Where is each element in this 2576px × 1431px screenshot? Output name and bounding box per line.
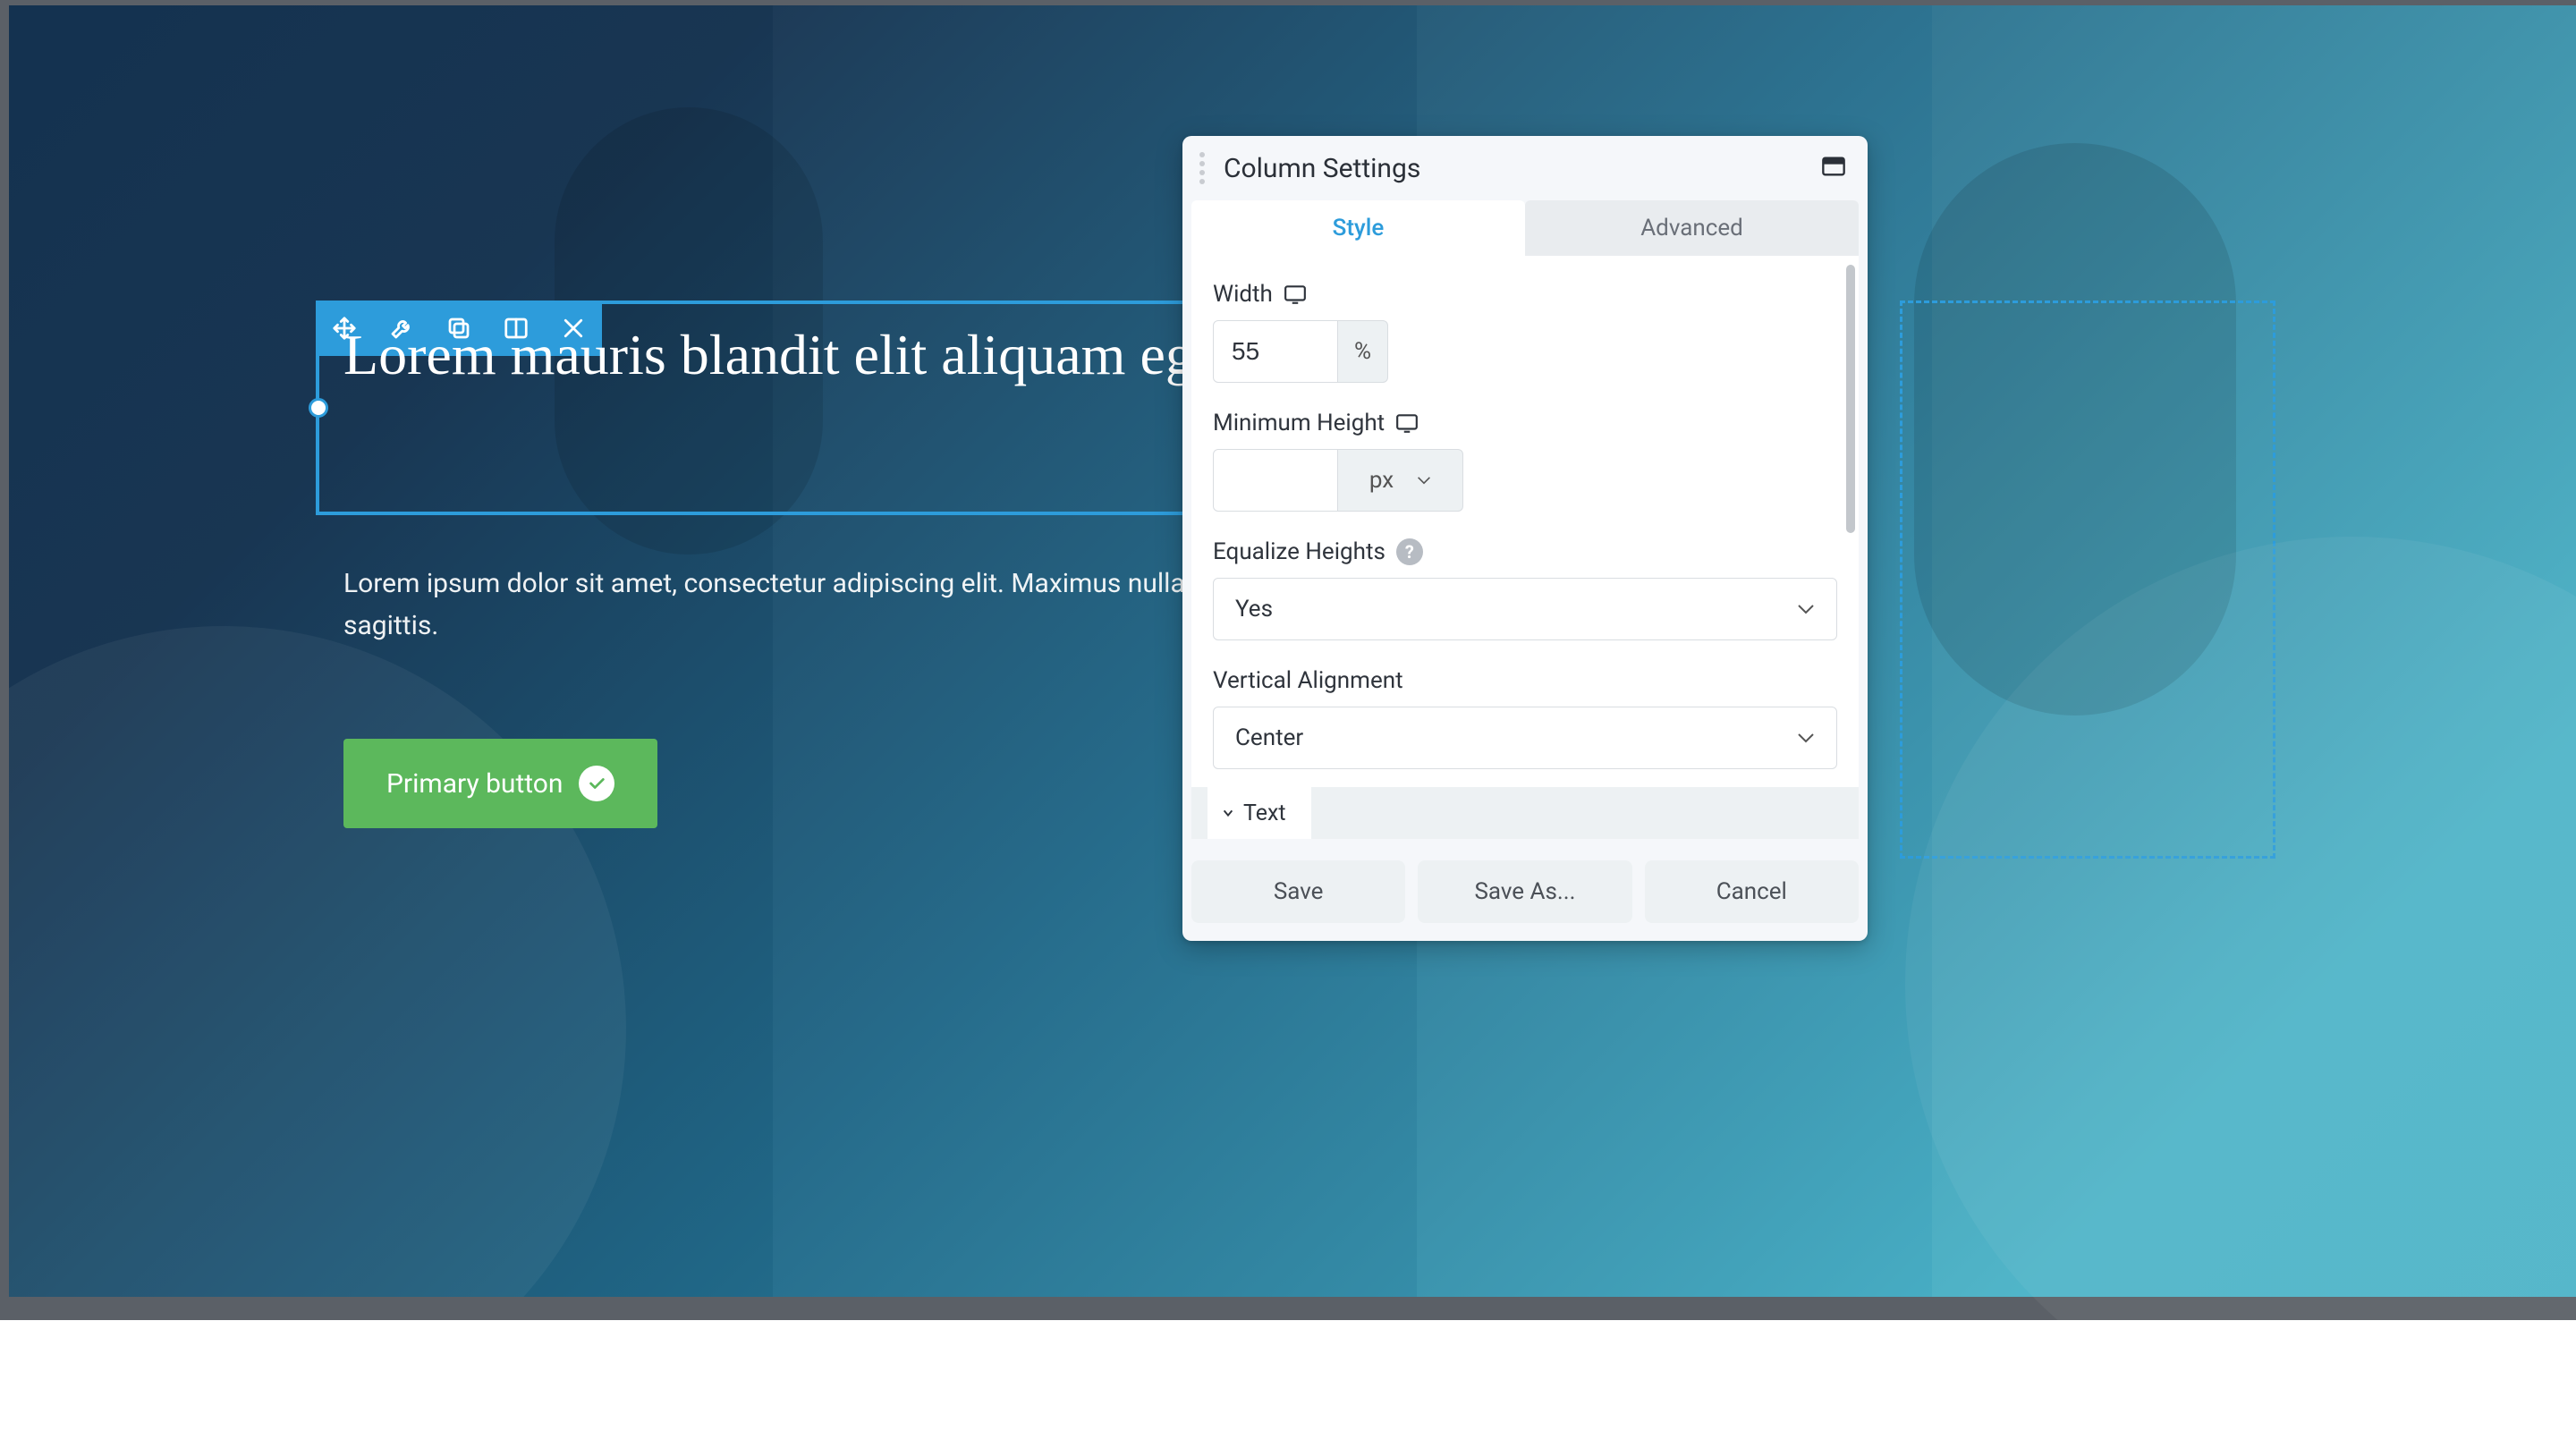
frame-edge (0, 0, 9, 1320)
panel-header[interactable]: Column Settings (1182, 136, 1868, 200)
min-height-unit-text: px (1369, 467, 1394, 494)
min-height-label-text: Minimum Height (1213, 410, 1385, 436)
width-row: % (1213, 320, 1837, 383)
panel-tabs: Style Advanced (1191, 200, 1859, 256)
resize-handle[interactable] (309, 398, 328, 418)
frame-edge (0, 0, 2576, 5)
min-height-label: Minimum Height (1213, 410, 1837, 436)
page-canvas: Lorem mauris blandit elit aliquam eget t… (0, 0, 2576, 1320)
width-label-text: Width (1213, 281, 1273, 308)
responsive-icon[interactable] (1284, 284, 1307, 304)
vertical-alignment-select[interactable]: Center (1213, 707, 1837, 769)
vertical-alignment-value: Center (1235, 724, 1303, 751)
column-settings-panel: Column Settings Style Advanced Width % M… (1182, 136, 1868, 941)
equalize-heights-value: Yes (1235, 596, 1273, 622)
min-height-unit-select[interactable]: px (1338, 449, 1463, 512)
save-button[interactable]: Save (1191, 860, 1405, 923)
check-circle-icon (579, 766, 614, 801)
empty-column-outline[interactable] (1900, 301, 2275, 859)
equalize-heights-label-text: Equalize Heights (1213, 538, 1385, 565)
window-icon (1821, 156, 1846, 177)
primary-button-label: Primary button (386, 768, 563, 800)
width-unit: % (1338, 320, 1388, 383)
scrollbar-thumb[interactable] (1846, 265, 1855, 533)
responsive-icon[interactable] (1395, 413, 1419, 433)
equalize-heights-select[interactable]: Yes (1213, 578, 1837, 640)
chevron-down-icon (1222, 807, 1234, 819)
section-text[interactable]: Text (1191, 787, 1859, 839)
width-input[interactable] (1213, 320, 1338, 383)
width-label: Width (1213, 281, 1837, 308)
min-height-row: px (1213, 449, 1837, 512)
panel-title: Column Settings (1224, 153, 1821, 184)
chevron-down-icon (1797, 604, 1815, 614)
help-icon[interactable]: ? (1396, 538, 1423, 565)
cancel-button[interactable]: Cancel (1645, 860, 1859, 923)
section-text-label: Text (1243, 800, 1286, 826)
panel-body: Width % Minimum Height px Equ (1191, 256, 1859, 787)
chevron-down-icon (1797, 732, 1815, 743)
frame-edge (0, 1297, 2576, 1320)
vertical-alignment-label: Vertical Alignment (1213, 667, 1837, 694)
primary-button[interactable]: Primary button (343, 739, 657, 828)
expand-panel-button[interactable] (1821, 156, 1846, 181)
save-as-button[interactable]: Save As... (1418, 860, 1631, 923)
min-height-input[interactable] (1213, 449, 1338, 512)
vertical-alignment-label-text: Vertical Alignment (1213, 667, 1403, 694)
chevron-down-icon (1417, 476, 1431, 485)
tab-advanced[interactable]: Advanced (1525, 200, 1859, 256)
equalize-heights-label: Equalize Heights ? (1213, 538, 1837, 565)
panel-footer: Save Save As... Cancel (1182, 839, 1868, 941)
drag-handle-icon[interactable] (1191, 152, 1213, 184)
tab-style[interactable]: Style (1191, 200, 1525, 256)
